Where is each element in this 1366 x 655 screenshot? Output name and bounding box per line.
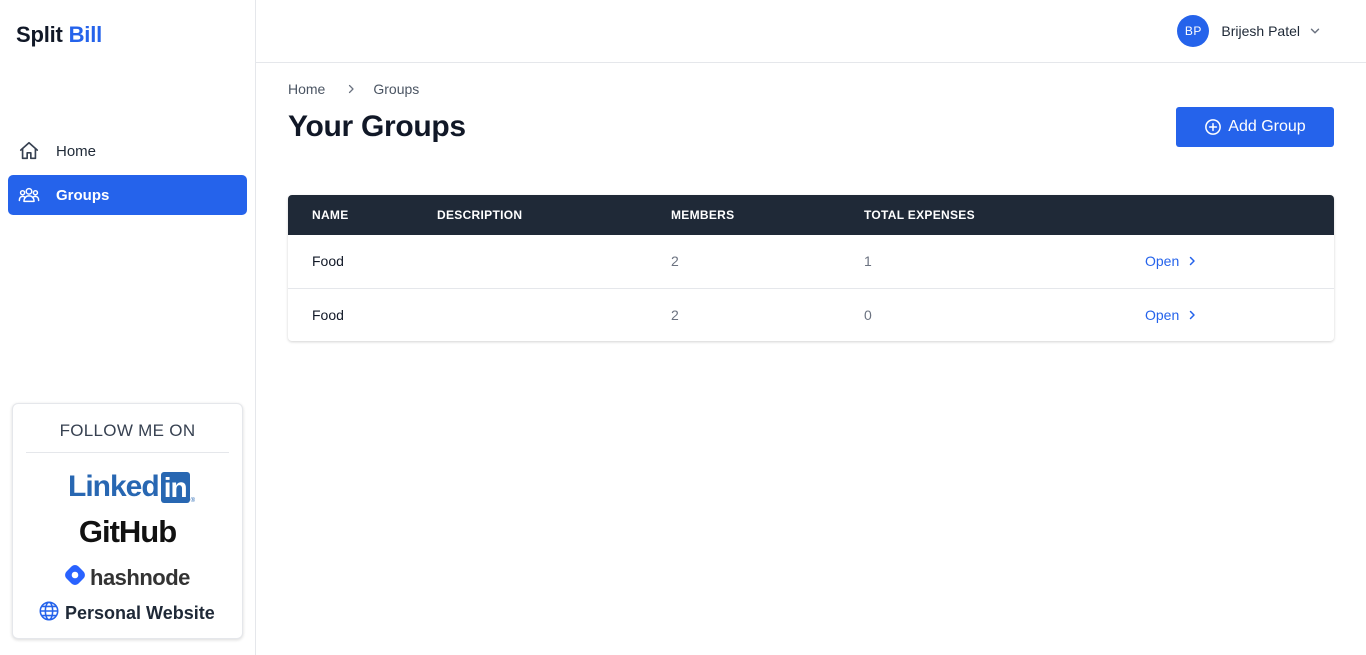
sidebar-item-label: Home	[56, 142, 97, 160]
sidebar-item-home[interactable]: Home	[8, 131, 247, 171]
add-group-button[interactable]: Add Group	[1176, 107, 1334, 147]
group-name: Food	[312, 306, 344, 323]
table-row: Food 2 1 Open	[288, 235, 1334, 288]
github-link[interactable]: GitHub	[13, 514, 242, 550]
top-bar: BP Brijesh Patel	[256, 0, 1366, 63]
group-description	[437, 235, 671, 288]
users-icon	[18, 184, 40, 206]
table-row: Food 2 0 Open	[288, 288, 1334, 341]
linkedin-registered-mark: ®	[190, 498, 195, 504]
personal-website-label: Personal Website	[65, 603, 215, 623]
logo-accent-text: Bill	[68, 22, 103, 47]
personal-website-link[interactable]: Personal Website	[38, 600, 215, 627]
open-label: Open	[1145, 253, 1180, 270]
page-title: Your Groups	[288, 110, 466, 143]
app-logo[interactable]: Split Bill	[16, 22, 102, 48]
chevron-right-icon	[345, 83, 357, 95]
chevron-right-icon	[1186, 309, 1198, 321]
open-group-link[interactable]: Open	[1145, 253, 1198, 269]
group-total-expenses: 0	[864, 306, 872, 323]
home-icon	[18, 140, 40, 162]
sidebar: Split Bill Home Groups FOLLOW ME ON Link…	[0, 0, 256, 655]
open-label: Open	[1145, 306, 1180, 323]
table-header-row: NAME DESCRIPTION MEMBERS TOTAL EXPENSES	[288, 195, 1334, 235]
group-members: 2	[671, 253, 679, 270]
add-group-label: Add Group	[1228, 118, 1306, 135]
groups-table: NAME DESCRIPTION MEMBERS TOTAL EXPENSES …	[288, 195, 1334, 341]
hashnode-icon	[63, 563, 87, 592]
hashnode-logo-text: hashnode	[90, 564, 190, 590]
follow-me-card: FOLLOW ME ON Linked in ® GitHub hashnode	[12, 403, 243, 639]
chevron-down-icon	[1308, 24, 1322, 38]
linkedin-logo-text: Linked	[68, 470, 160, 503]
open-group-link[interactable]: Open	[1145, 307, 1198, 323]
linkedin-logo-box: in	[160, 471, 190, 503]
avatar: BP	[1177, 15, 1210, 47]
column-header-description: DESCRIPTION	[437, 208, 523, 222]
plus-circle-icon	[1204, 118, 1222, 136]
logo-text: Split	[16, 22, 63, 47]
group-members: 2	[671, 306, 679, 323]
group-total-expenses: 1	[864, 253, 872, 270]
chevron-right-icon	[1186, 255, 1198, 267]
sidebar-nav: Home Groups	[8, 131, 247, 219]
column-header-name: NAME	[312, 208, 349, 222]
group-name: Food	[312, 253, 344, 270]
column-header-total-expenses: TOTAL EXPENSES	[864, 208, 975, 222]
user-menu[interactable]: BP Brijesh Patel	[1177, 15, 1322, 47]
sidebar-item-groups[interactable]: Groups	[8, 175, 247, 215]
breadcrumb-home[interactable]: Home	[288, 81, 325, 97]
breadcrumb: Home Groups	[288, 81, 419, 97]
breadcrumb-current: Groups	[373, 81, 420, 97]
user-name: Brijesh Patel	[1221, 23, 1300, 39]
group-description	[437, 288, 671, 341]
globe-icon	[38, 600, 60, 627]
linkedin-link[interactable]: Linked in ®	[68, 470, 195, 504]
column-header-actions	[1145, 195, 1334, 235]
sidebar-item-label: Groups	[56, 186, 110, 204]
column-header-members: MEMBERS	[671, 208, 735, 222]
hashnode-link[interactable]: hashnode	[63, 563, 190, 592]
follow-title: FOLLOW ME ON	[26, 404, 229, 453]
